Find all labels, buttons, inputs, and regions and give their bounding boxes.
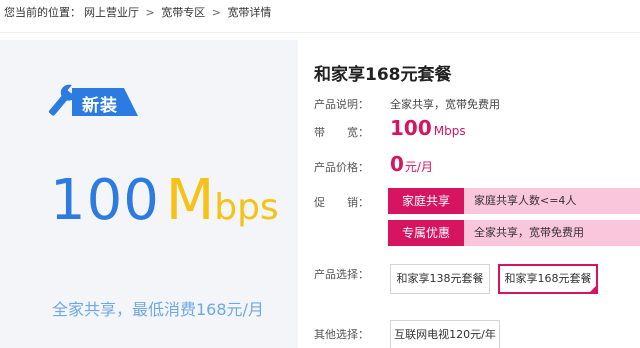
bandwidth-unit: Mbps (433, 124, 466, 138)
breadcrumb: 您当前的位置： 网上营业厅 > 宽带专区 > 宽带详情 (4, 4, 274, 22)
divider (0, 32, 640, 33)
breadcrumb-separator: > (211, 6, 221, 19)
breadcrumb-prefix: 您当前的位置： (4, 6, 81, 19)
promo-row: 专属优惠 全家共享，宽带免费用 (388, 220, 640, 246)
price-value: 0元/月 (390, 152, 433, 176)
badge-label: 新装 (82, 96, 118, 116)
price-unit: 元/月 (404, 160, 433, 174)
select-label: 产品选择： (314, 268, 369, 281)
banner-slogan: 全家共享，最低消费168元/月 (52, 300, 264, 319)
price-number: 0 (390, 152, 404, 176)
option-iptv[interactable]: 互联网电视120元/年 (390, 320, 500, 348)
price-label: 产品价格： (314, 161, 369, 174)
bandwidth-value: 100 Mbps (390, 116, 466, 140)
promo-text: 全家共享，宽带免费用 (474, 226, 584, 239)
bandwidth-number: 100 (390, 116, 432, 140)
desc-label: 产品说明： (314, 98, 369, 111)
product-title: 和家享168元套餐 (314, 65, 452, 85)
speed-unit-m: M (165, 168, 215, 233)
breadcrumb-separator: > (145, 6, 155, 19)
other-label: 其他选择： (314, 328, 369, 341)
promo-tag: 家庭共享 (388, 188, 464, 214)
selected-corner-icon (589, 285, 597, 293)
breadcrumb-link-home[interactable]: 网上营业厅 (84, 6, 139, 19)
speed-display: 100 Mbps (50, 168, 279, 240)
breadcrumb-current: 宽带详情 (227, 6, 272, 19)
promo-label: 促 销： (314, 196, 369, 209)
promo-row: 家庭共享 家庭共享人数<=4人 (388, 188, 640, 214)
promo-tag: 专属优惠 (388, 220, 464, 246)
speed-number: 100 (50, 168, 160, 233)
promo-text: 家庭共享人数<=4人 (474, 194, 577, 207)
desc-value: 全家共享，宽带免费用 (390, 98, 500, 111)
new-install-badge: 新装 (72, 88, 138, 116)
breadcrumb-link-broadband[interactable]: 宽带专区 (161, 6, 205, 19)
bandwidth-label: 带 宽： (314, 126, 369, 139)
option-package-138[interactable]: 和家享138元套餐 (390, 264, 490, 294)
option-package-168[interactable]: 和家享168元套餐 (498, 264, 598, 294)
speed-unit-bps: bps (214, 187, 279, 228)
option-label: 和家享168元套餐 (504, 272, 592, 285)
